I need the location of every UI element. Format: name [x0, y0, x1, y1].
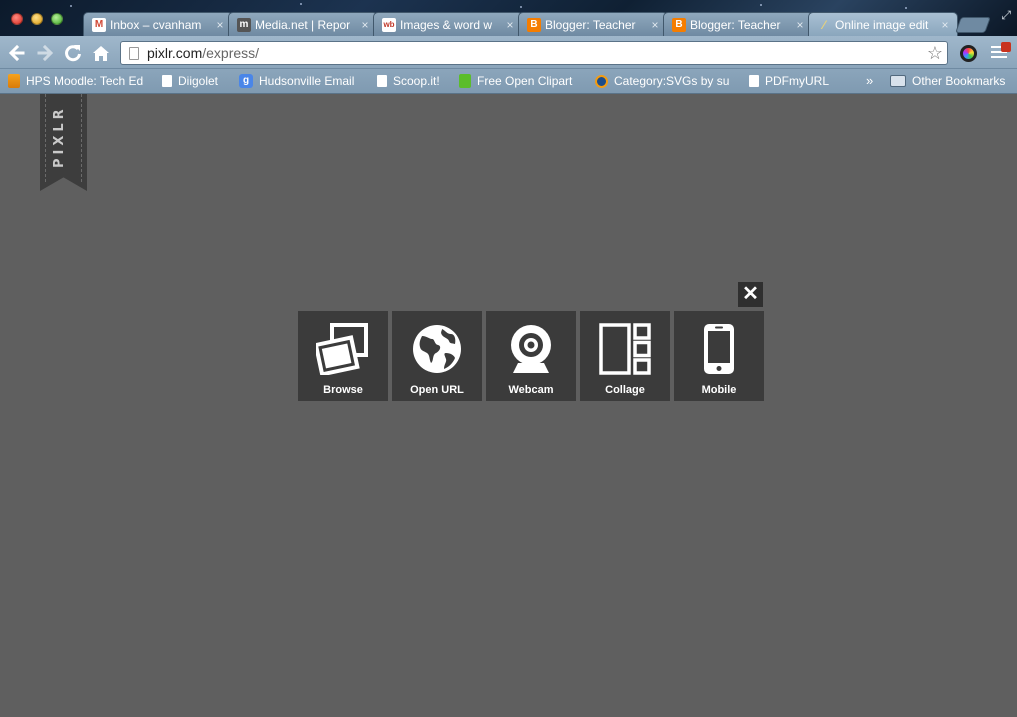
tab-close-icon[interactable]: × [649, 18, 661, 32]
bookmarks-overflow-button[interactable]: » [866, 73, 873, 88]
folder-icon [890, 75, 906, 87]
pixlr-ribbon-logo[interactable]: PIXLR [40, 94, 87, 191]
background-star [70, 5, 72, 7]
wordle-icon: wb [382, 17, 396, 32]
pixlr-logo-text: PIXLR [52, 105, 67, 168]
tab-close-icon[interactable]: × [939, 18, 951, 32]
tab-title: Media.net | Repor [255, 17, 351, 32]
window-minimize-button[interactable] [31, 13, 43, 25]
moodle-icon [8, 74, 20, 88]
forward-button[interactable] [34, 42, 56, 64]
background-star [300, 3, 302, 5]
home-button[interactable] [90, 42, 112, 64]
bookmark-item[interactable]: Category:SVGs by su [595, 74, 729, 88]
url-host: pixlr.com [147, 45, 203, 61]
tile-label: Webcam [508, 384, 554, 396]
webcam-icon [511, 325, 551, 373]
tab-title: Blogger: Teacher [545, 17, 636, 32]
close-dialog-button[interactable]: ✕ [738, 282, 763, 307]
bookmark-item[interactable]: PDFmyURL [749, 74, 829, 88]
browser-tab[interactable]: B Blogger: Teacher × [663, 12, 813, 36]
back-button[interactable] [6, 42, 28, 64]
bookmark-item[interactable]: Scoop.it! [377, 74, 440, 88]
bookmark-label: Hudsonville Email [259, 74, 355, 88]
bookmark-label: Other Bookmarks [912, 74, 1006, 88]
bookmark-item[interactable]: HPS Moodle: Tech Ed [8, 74, 143, 88]
page-icon [129, 46, 139, 60]
browser-tab-active[interactable]: ⁄ Online image edit × [808, 12, 958, 36]
mobile-button[interactable]: Mobile [674, 311, 764, 401]
window-zoom-button[interactable] [51, 13, 63, 25]
tile-label: Open URL [410, 384, 464, 396]
bookmark-label: HPS Moodle: Tech Ed [26, 74, 144, 88]
browser-toolbar: pixlr.com/express/ ☆ [0, 36, 1017, 69]
webcam-button[interactable]: Webcam [486, 311, 576, 401]
tile-label: Browse [323, 384, 363, 396]
bookmark-star-icon[interactable]: ☆ [927, 43, 943, 64]
browser-tab[interactable]: m Media.net | Repor × [228, 12, 378, 36]
browse-button[interactable]: Browse [298, 311, 388, 401]
browser-tab[interactable]: M Inbox – cvanham × [83, 12, 233, 36]
bookmark-item[interactable]: Free Open Clipart [459, 74, 572, 88]
tab-close-icon[interactable]: × [214, 18, 226, 32]
globe-icon [413, 325, 461, 373]
tab-close-icon[interactable]: × [504, 18, 516, 32]
openclipart-icon [459, 74, 471, 88]
bookmark-label: PDFmyURL [765, 74, 830, 88]
new-tab-button[interactable] [955, 17, 991, 33]
tile-label: Mobile [701, 384, 737, 396]
page-icon [162, 75, 172, 87]
pixlr-brush-icon: ⁄ [822, 17, 825, 32]
media-net-icon: m [237, 17, 251, 32]
page-icon [749, 75, 759, 87]
google-icon: g [239, 74, 253, 88]
extension-icon[interactable] [960, 45, 977, 62]
bookmark-label: Diigolet [178, 74, 219, 88]
url-path: /express/ [202, 45, 260, 61]
wikimedia-icon [595, 74, 608, 88]
background-star [760, 4, 762, 6]
tab-title: Online image edit [835, 17, 929, 32]
gmail-icon: M [92, 17, 106, 32]
bookmark-label: Category:SVGs by su [614, 74, 730, 88]
background-star [520, 6, 522, 8]
home-icon [93, 46, 109, 61]
fullscreen-icon[interactable]: ⤢ [1001, 8, 1011, 23]
bookmark-label: Scoop.it! [393, 74, 440, 88]
tab-title: Blogger: Teacher [690, 17, 781, 32]
reload-button[interactable] [62, 42, 84, 64]
tab-strip: M Inbox – cvanham × m Media.net | Repor … [0, 0, 1017, 36]
open-url-button[interactable]: Open URL [392, 311, 482, 401]
reload-icon [65, 45, 81, 62]
page-icon [377, 75, 387, 87]
bookmarks-bar: HPS Moodle: Tech Ed Diigolet g Hudsonvil… [0, 69, 1017, 94]
tab-title: Inbox – cvanham [110, 17, 202, 32]
address-bar[interactable]: pixlr.com/express/ ☆ [120, 41, 948, 65]
tile-label: Collage [605, 384, 645, 396]
bookmark-item[interactable]: g Hudsonville Email [239, 74, 354, 88]
window-close-button[interactable] [11, 13, 23, 25]
other-bookmarks-folder[interactable]: Other Bookmarks [890, 74, 1005, 88]
blogger-icon: B [672, 17, 686, 32]
collage-button[interactable]: Collage [580, 311, 670, 401]
tab-close-icon[interactable]: × [359, 18, 371, 32]
back-arrow-icon [8, 44, 25, 62]
photos-icon [316, 323, 368, 375]
tab-close-icon[interactable]: × [794, 18, 806, 32]
blogger-icon: B [527, 17, 541, 32]
tab-title: Images & word w [400, 17, 493, 32]
background-star [905, 7, 907, 9]
bookmark-label: Free Open Clipart [477, 74, 573, 88]
update-badge-icon [1001, 42, 1011, 52]
forward-arrow-icon [37, 44, 54, 62]
open-source-menu: Browse Open URL Webcam Collage Mobile [298, 311, 764, 401]
bookmark-item[interactable]: Diigolet [162, 74, 218, 88]
browser-tab[interactable]: wb Images & word w × [373, 12, 523, 36]
collage-icon [599, 323, 651, 375]
mobile-icon [704, 324, 734, 374]
browser-tab[interactable]: B Blogger: Teacher × [518, 12, 668, 36]
